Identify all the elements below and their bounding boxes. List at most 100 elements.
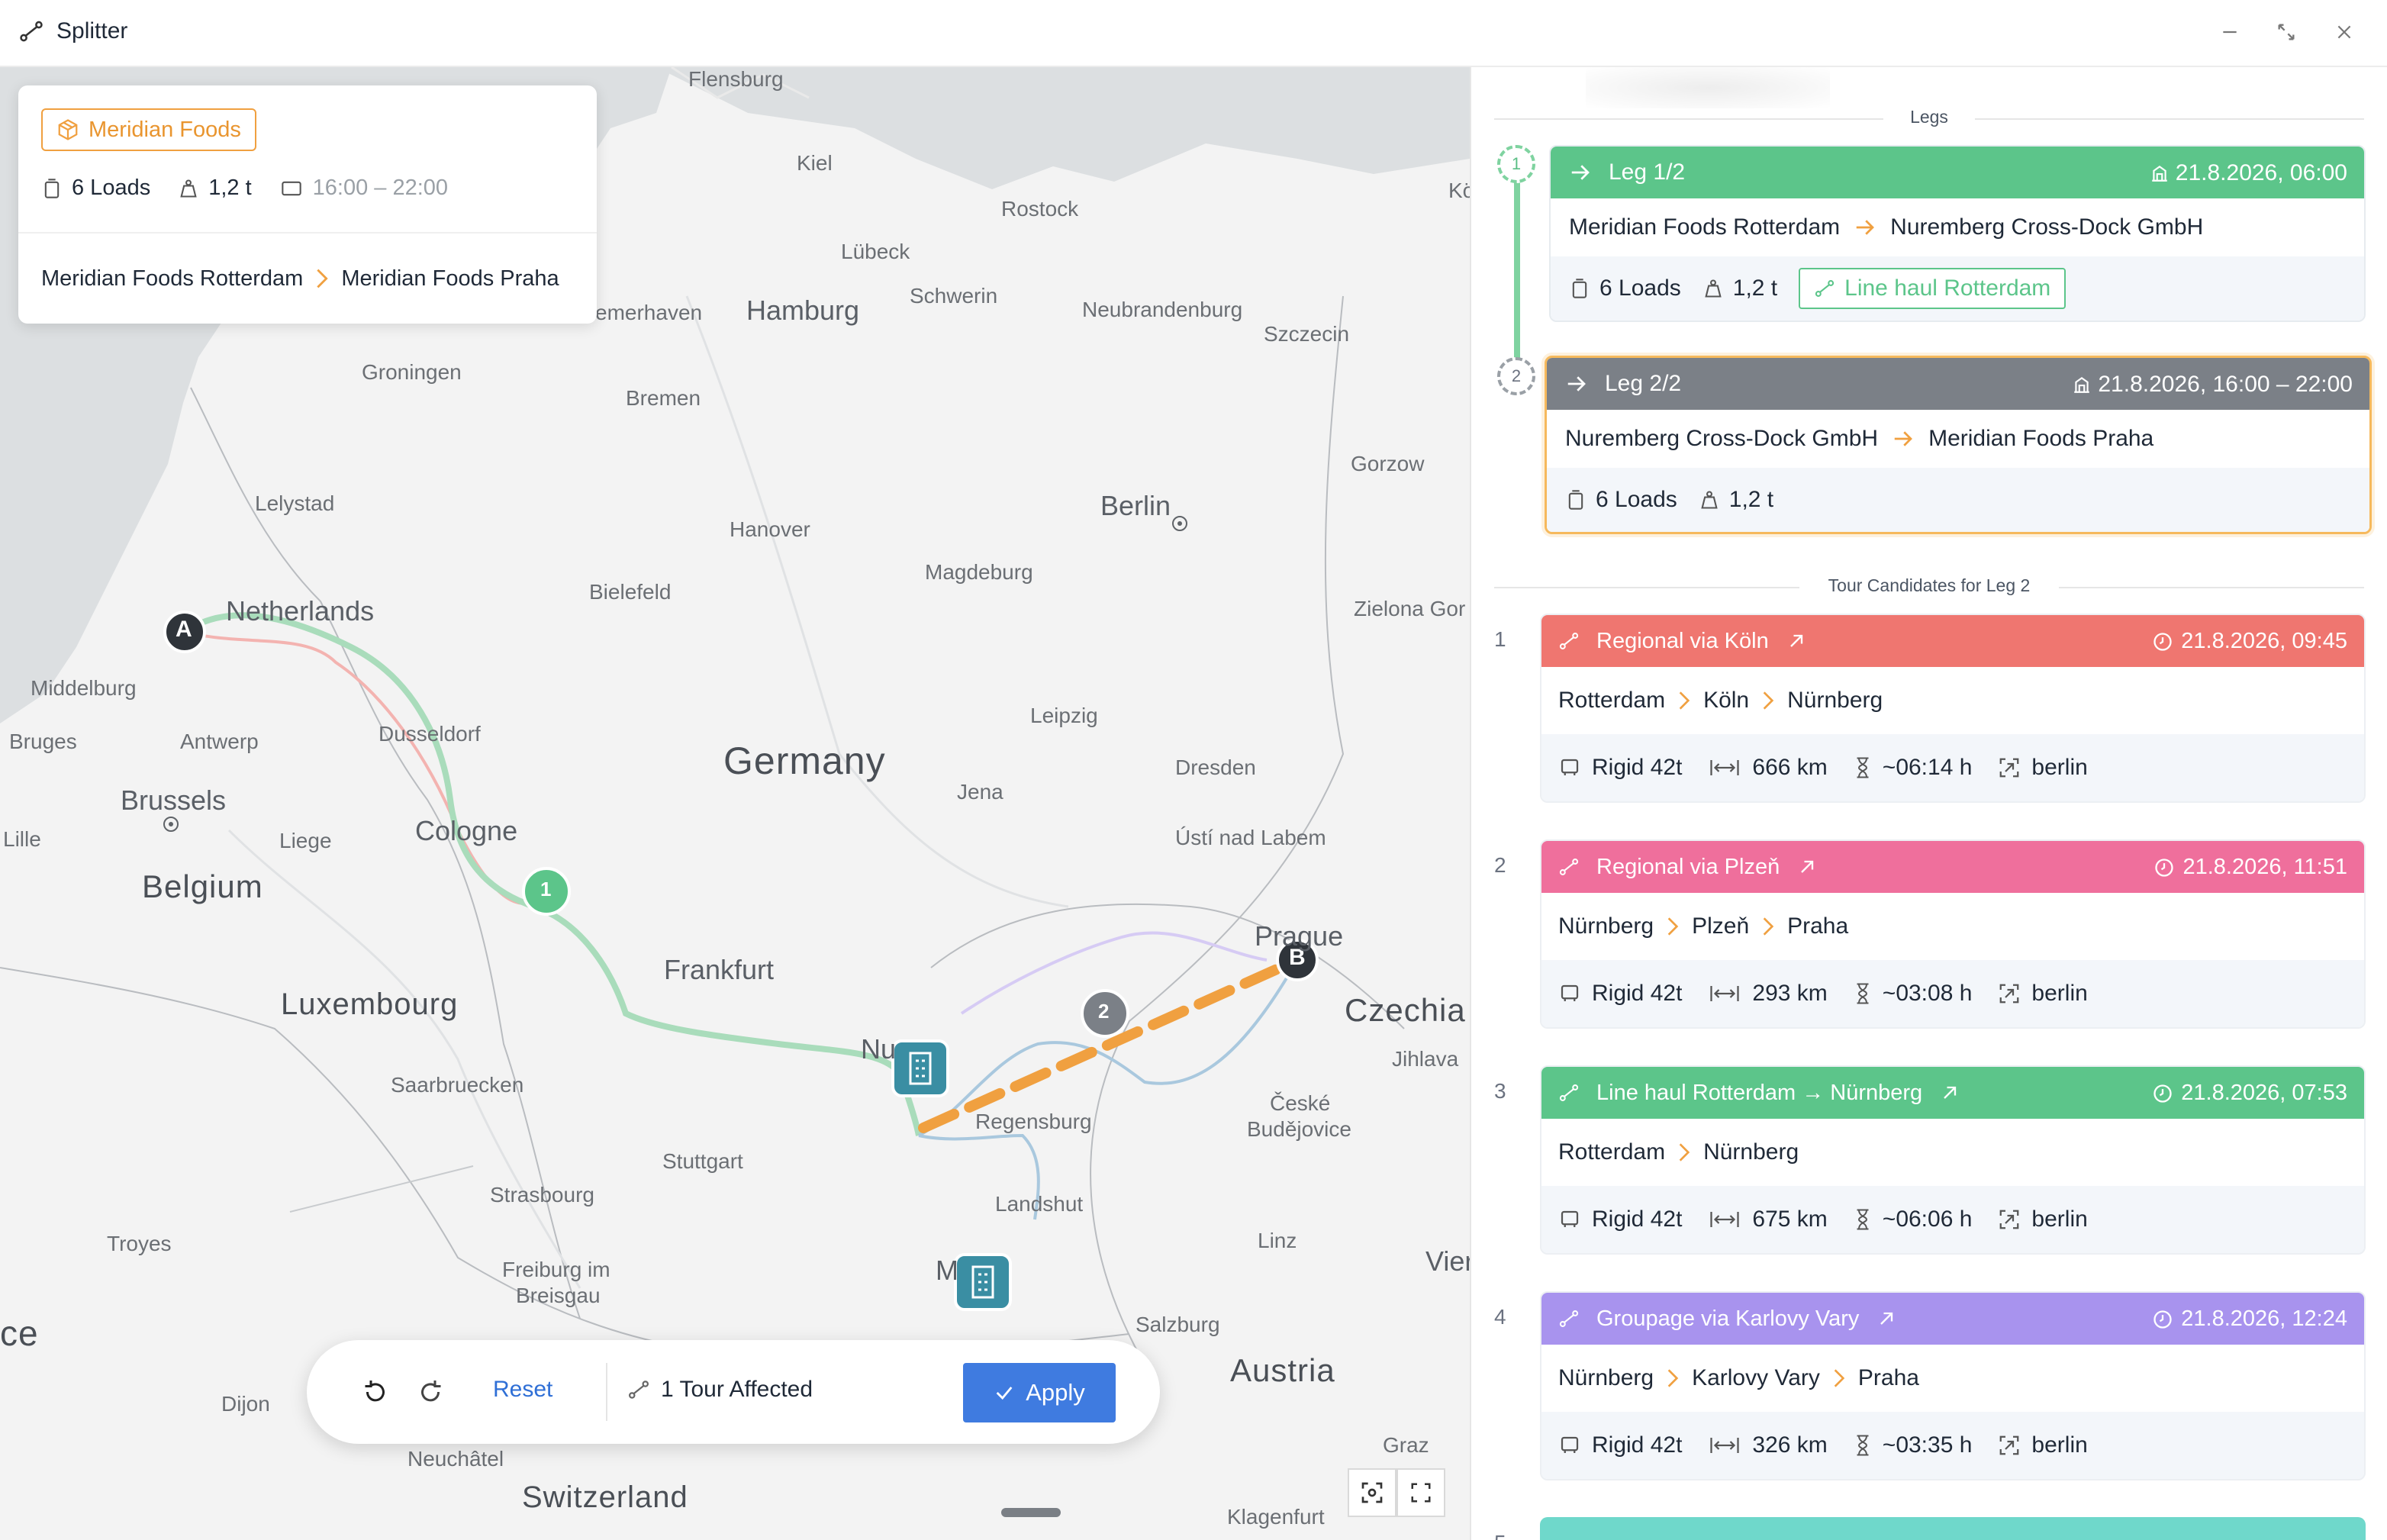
window-title: Splitter xyxy=(56,18,128,43)
tour-candidate-5[interactable] xyxy=(1540,1517,2366,1540)
apply-button[interactable]: Apply xyxy=(963,1363,1116,1422)
map-label: Klagenfurt xyxy=(1227,1505,1325,1529)
redo-button[interactable] xyxy=(412,1374,449,1410)
map-label: Lille xyxy=(3,827,41,851)
drawer-handle[interactable] xyxy=(1001,1508,1061,1517)
chevron-right-icon xyxy=(1667,917,1679,936)
order-info-card: Meridian Foods 6 Loads 1,2 t 16:00 – 22:… xyxy=(18,85,597,324)
map-label: Zielona Gor xyxy=(1354,597,1466,620)
external-link-icon[interactable] xyxy=(1876,1308,1897,1329)
map-label: Regensburg xyxy=(975,1110,1092,1133)
candidate-name: Line haul Rotterdam → Nürnberg xyxy=(1596,1080,1923,1105)
candidate-date: 21.8.2026, 11:51 xyxy=(2182,855,2347,879)
tour-candidate-3[interactable]: Line haul Rotterdam → Nürnberg 21.8.2026… xyxy=(1540,1065,2366,1255)
distance-icon xyxy=(1710,1212,1740,1227)
map-label: Hamburg xyxy=(746,295,860,326)
map-label: Berlin xyxy=(1100,490,1171,521)
truck-icon xyxy=(1561,759,1579,775)
order-route: Meridian Foods Rotterdam Meridian Foods … xyxy=(41,266,559,292)
candidate-stops: Rotterdam Köln Nürnberg xyxy=(1541,667,2364,734)
map-label: Prague xyxy=(1255,920,1344,952)
map-label: Kiel xyxy=(797,151,833,175)
map-label: Dijon xyxy=(221,1392,270,1416)
map-label: Bruges xyxy=(9,730,77,753)
minimize-icon xyxy=(2223,31,2237,34)
map-label: Strasbourg xyxy=(490,1183,594,1207)
hourglass-icon xyxy=(1857,1435,1869,1456)
leg-card-2[interactable]: Leg 2/2 21.8.2026, 16:00 – 22:00 Nurembe… xyxy=(1545,356,2372,534)
candidate-meta: Rigid 42t 675 km ~06:06 h berlin xyxy=(1541,1186,2364,1253)
stop-marker-2[interactable]: 2 xyxy=(1098,1000,1109,1023)
map-label: Budějovice xyxy=(1247,1117,1351,1141)
map-label: Cologne xyxy=(415,815,518,846)
tour-candidate-4[interactable]: Groupage via Karlovy Vary 21.8.2026, 12:… xyxy=(1540,1291,2366,1480)
map-label: Groningen xyxy=(362,360,462,384)
map-label: Salzburg xyxy=(1136,1313,1220,1336)
chevron-right-icon xyxy=(317,269,328,288)
reset-button[interactable]: Reset xyxy=(493,1377,552,1403)
close-button[interactable] xyxy=(2329,17,2360,47)
vehicle-type: Rigid 42t xyxy=(1592,1207,1683,1232)
vehicle-type: Rigid 42t xyxy=(1592,981,1683,1006)
fit-view-button[interactable] xyxy=(1348,1468,1396,1517)
truck-icon xyxy=(1561,1436,1579,1453)
map-label: Frankfurt xyxy=(664,954,775,985)
minimize-button[interactable] xyxy=(2215,17,2245,47)
chevron-right-icon xyxy=(1763,691,1774,710)
distance: 293 km xyxy=(1752,981,1828,1006)
customer-tag[interactable]: Meridian Foods xyxy=(41,108,256,151)
stop-name: Nürnberg xyxy=(1787,688,1883,713)
map-label: Graz xyxy=(1383,1433,1429,1457)
tour-candidate-2[interactable]: Regional via Plzeň 21.8.2026, 11:51 Nürn… xyxy=(1540,839,2366,1029)
jar-icon xyxy=(44,178,60,198)
route-icon xyxy=(20,21,43,42)
candidate-date: 21.8.2026, 07:53 xyxy=(2181,1081,2347,1105)
depot-icon xyxy=(2000,758,2019,778)
map-label: Schwerin xyxy=(910,284,998,308)
marker-a[interactable]: A xyxy=(176,617,192,643)
focus-icon xyxy=(1361,1482,1383,1503)
origin-name: Meridian Foods Rotterdam xyxy=(41,266,304,291)
map-label: Lübeck xyxy=(841,240,910,263)
duration: ~06:14 h xyxy=(1882,755,1973,780)
stop-name: Plzeň xyxy=(1692,913,1750,939)
title-bar: Splitter xyxy=(0,0,2387,67)
map-label: Vier xyxy=(1425,1245,1470,1277)
candidate-date: 21.8.2026, 09:45 xyxy=(2181,629,2347,653)
undo-button[interactable] xyxy=(357,1374,394,1410)
candidate-stops: Nürnberg Karlovy Vary Praha xyxy=(1541,1345,2364,1412)
map-label: Gorzow xyxy=(1351,452,1425,475)
timeline-step-1: 1 xyxy=(1497,145,1535,183)
assigned-tour-tag[interactable]: Line haul Rotterdam xyxy=(1799,268,2066,309)
depot-icon xyxy=(2000,1435,2019,1455)
tour-candidate-1[interactable]: Regional via Köln 21.8.2026, 09:45 Rotte… xyxy=(1540,614,2366,803)
legs-heading: Legs xyxy=(1494,107,2364,130)
vehicle-type: Rigid 42t xyxy=(1592,755,1683,780)
map-label: Hanover xyxy=(730,517,810,541)
route-icon xyxy=(1815,280,1835,297)
chevron-right-icon xyxy=(1763,917,1774,936)
legs-heading-label: Legs xyxy=(1910,107,1948,127)
route-icon xyxy=(629,1381,649,1399)
map-label: České xyxy=(1270,1091,1331,1115)
fullscreen-button[interactable] xyxy=(1396,1468,1445,1517)
map-label: Saarbruecken xyxy=(391,1073,524,1097)
external-link-icon[interactable] xyxy=(1786,630,1807,652)
external-link-icon[interactable] xyxy=(1796,856,1818,878)
map-label: Jihlava xyxy=(1392,1047,1459,1071)
undo-icon xyxy=(365,1381,385,1402)
external-link-icon[interactable] xyxy=(1939,1082,1960,1103)
distance: 675 km xyxy=(1752,1207,1828,1232)
candidate-header: Line haul Rotterdam → Nürnberg 21.8.2026… xyxy=(1541,1067,2364,1119)
leg-card-1[interactable]: Leg 1/2 21.8.2026, 06:00 Meridian Foods … xyxy=(1549,145,2366,322)
maximize-button[interactable] xyxy=(2271,17,2302,47)
leg-meta: 6 Loads 1,2 t xyxy=(1547,468,2369,532)
leg-header: Leg 1/2 21.8.2026, 06:00 xyxy=(1551,147,2364,198)
candidate-header: Regional via Köln 21.8.2026, 09:45 xyxy=(1541,615,2364,667)
leg-loads: 6 Loads xyxy=(1599,275,1681,301)
stop-name: Rotterdam xyxy=(1558,688,1666,713)
vehicle-type: Rigid 42t xyxy=(1592,1432,1683,1458)
candidates-heading-label: Tour Candidates for Leg 2 xyxy=(1828,575,2031,595)
map-label: Belgium xyxy=(142,868,263,904)
stop-marker-1[interactable]: 1 xyxy=(540,878,551,901)
